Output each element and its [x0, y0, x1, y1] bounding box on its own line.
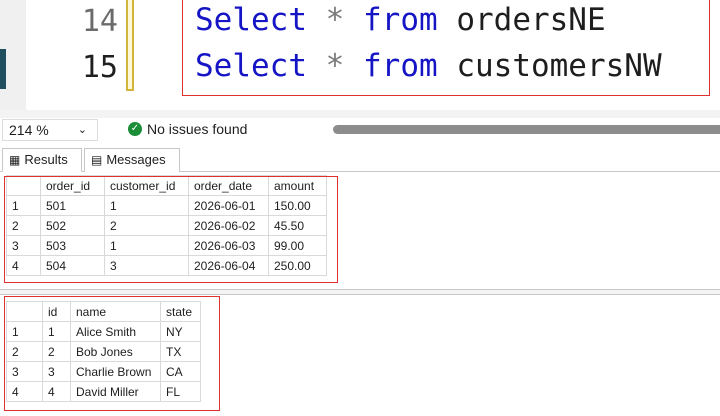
table-identifier: ordersNE: [456, 2, 606, 38]
keyword-from: from: [363, 2, 438, 38]
operator-star: *: [325, 48, 345, 84]
code-line[interactable]: Select * from customersNW: [195, 46, 662, 86]
zoom-dropdown[interactable]: 214 % ⌄: [2, 119, 98, 141]
messages-icon: ▤: [91, 153, 103, 167]
operator-star: *: [325, 2, 345, 38]
zoom-value: 214 %: [9, 122, 49, 138]
line-number: 14: [81, 4, 118, 39]
change-marker: [126, 0, 134, 91]
keyword-from: from: [363, 48, 438, 84]
grid-highlight-box: [4, 296, 220, 411]
grid-divider[interactable]: [0, 289, 720, 295]
keyword-select: Select: [195, 2, 307, 38]
tab-messages[interactable]: ▤ Messages: [84, 148, 180, 172]
issues-status[interactable]: No issues found: [147, 121, 247, 138]
tab-results[interactable]: ▦ Results: [2, 148, 82, 172]
line-number: 15: [81, 50, 118, 85]
tab-messages-label: Messages: [106, 152, 166, 167]
grid-highlight-box: [4, 176, 338, 283]
tab-results-label: Results: [24, 152, 68, 167]
chevron-down-icon: ⌄: [77, 124, 87, 136]
horizontal-scrollbar[interactable]: [333, 125, 720, 134]
current-line-marker: [0, 49, 6, 89]
code-line[interactable]: Select * from ordersNE: [195, 0, 606, 40]
check-circle-icon: ✓: [128, 122, 142, 136]
editor-bottom-border: [0, 110, 720, 118]
table-identifier: customersNW: [456, 48, 662, 84]
query-editor[interactable]: 14 15 Select * from ordersNE Select * fr…: [0, 0, 720, 110]
keyword-select: Select: [195, 48, 307, 84]
results-tabs: ▦ Results ▤ Messages: [0, 146, 720, 172]
grid-icon: ▦: [9, 153, 21, 167]
